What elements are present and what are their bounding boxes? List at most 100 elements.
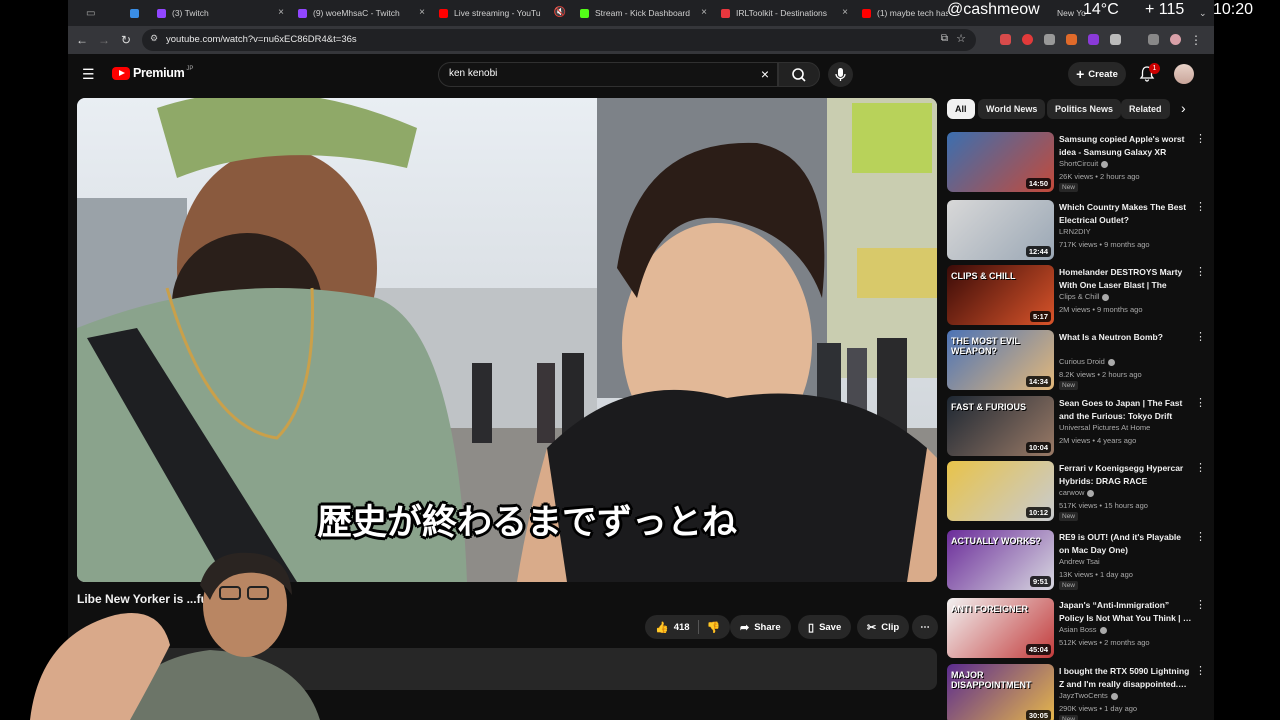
more-vertical-icon[interactable]: ⋮ <box>1195 396 1206 409</box>
site-info-icon[interactable]: ⚙ <box>150 33 158 44</box>
youtube-logo[interactable]: Premium JP <box>112 66 193 80</box>
extension-icon[interactable] <box>1044 34 1055 45</box>
chip-related[interactable]: Related <box>1121 99 1170 119</box>
more-actions-button[interactable]: ⋯ <box>912 615 938 639</box>
tab-twitch-2[interactable]: (9) woeMhsaC - Twitch × <box>294 3 429 23</box>
channel-name[interactable]: Andrew Tsai <box>1059 557 1100 566</box>
related-video-item[interactable]: CLIPS & CHILL 5:17 Homelander DESTROYS Mar… <box>947 265 1207 327</box>
tab-menu-icon[interactable]: ▭ <box>82 3 102 23</box>
more-vertical-icon[interactable]: ⋮ <box>1195 530 1206 543</box>
video-thumbnail[interactable]: FAST & FURIOUS 10:04 <box>947 396 1054 456</box>
bookmark-icon: ▯ <box>808 621 815 634</box>
channel-name[interactable]: carwow <box>1059 488 1095 497</box>
related-video-item[interactable]: MAJOR DISAPPOINTMENT 30:05 I bought the RT… <box>947 664 1207 720</box>
tab-twitch[interactable]: (3) Twitch × <box>153 3 288 23</box>
related-video-title[interactable]: What Is a Neutron Bomb? <box>1059 331 1193 344</box>
address-bar[interactable]: ⚙ youtube.com/watch?v=nu6xEC86DR4&t=36s … <box>142 29 976 51</box>
cast-icon[interactable]: ⧉ <box>941 33 948 44</box>
browser-menu-icon[interactable]: ⋮ <box>1188 32 1204 48</box>
tab-youtube[interactable]: (1) maybe tech has <box>858 3 948 23</box>
back-icon[interactable]: ← <box>74 32 90 48</box>
channel-name[interactable]: Curious Droid <box>1059 357 1115 366</box>
clip-button[interactable]: ✂ Clip <box>857 615 910 639</box>
extension-icon[interactable] <box>1022 34 1033 45</box>
extension-icon[interactable] <box>1000 34 1011 45</box>
extensions-puzzle-icon[interactable] <box>1110 34 1121 45</box>
thumbnail-text: MAJOR DISAPPOINTMENT <box>951 670 1032 690</box>
video-thumbnail[interactable]: MAJOR DISAPPOINTMENT 30:05 <box>947 664 1054 720</box>
more-vertical-icon[interactable]: ⋮ <box>1195 461 1206 474</box>
chip-world-news[interactable]: World News <box>978 99 1046 119</box>
reading-list-icon[interactable] <box>1148 34 1159 45</box>
chip-all[interactable]: All <box>947 99 975 119</box>
video-thumbnail[interactable]: ANTI FOREIGNER 45:04 <box>947 598 1054 658</box>
tab-kick[interactable]: Stream - Kick Dashboard × <box>576 3 711 23</box>
tab-pinned[interactable] <box>126 3 148 23</box>
forward-icon[interactable]: → <box>96 32 112 48</box>
search-button[interactable] <box>778 62 820 87</box>
account-avatar[interactable] <box>1174 64 1194 84</box>
new-badge: New <box>1059 381 1079 390</box>
new-badge: New <box>1059 581 1079 590</box>
extension-icon[interactable] <box>1066 34 1077 45</box>
channel-name[interactable]: Universal Pictures At Home <box>1059 423 1150 432</box>
more-vertical-icon[interactable]: ⋮ <box>1195 200 1206 213</box>
related-video-item[interactable]: THE MOST EVIL WEAPON? 14:34 What Is a Neut… <box>947 330 1207 392</box>
profile-avatar[interactable] <box>1170 34 1181 45</box>
mute-icon[interactable]: 🔇 <box>554 7 566 18</box>
thumbs-down-icon[interactable]: 👎 <box>707 621 721 634</box>
more-vertical-icon[interactable]: ⋮ <box>1195 330 1206 343</box>
more-vertical-icon[interactable]: ⋮ <box>1195 265 1206 278</box>
video-thumbnail[interactable]: THE MOST EVIL WEAPON? 14:34 <box>947 330 1054 390</box>
create-button[interactable]: + Create <box>1068 62 1126 86</box>
channel-name[interactable]: ShortCircuit <box>1059 159 1109 168</box>
channel-name[interactable]: Clips & Chill <box>1059 292 1110 301</box>
related-video-title[interactable]: RE9 is OUT! (And it's Playable on Mac Da… <box>1059 531 1193 556</box>
related-video-item[interactable]: 12:44 Which Country Makes The Best Electr… <box>947 200 1207 262</box>
channel-name[interactable]: JayzTwoCents <box>1059 691 1118 700</box>
related-video-item[interactable]: ANTI FOREIGNER 45:04 Japan's “Anti-Immigra… <box>947 598 1207 660</box>
like-button[interactable]: 👍 418 👎 <box>645 615 731 639</box>
related-video-title[interactable]: Which Country Makes The Best Electrical … <box>1059 201 1193 226</box>
video-thumbnail[interactable]: ACTUALLY WORKS? 9:51 <box>947 530 1054 590</box>
related-video-title[interactable]: I bought the RTX 5090 Lightning Z and I'… <box>1059 665 1193 690</box>
save-button[interactable]: ▯ Save <box>798 615 852 639</box>
close-icon[interactable]: × <box>278 7 284 18</box>
close-icon[interactable]: × <box>419 7 425 18</box>
related-video-item[interactable]: FAST & FURIOUS 10:04 Sean Goes to Japan | … <box>947 396 1207 458</box>
related-video-title[interactable]: Sean Goes to Japan | The Fast and the Fu… <box>1059 397 1193 422</box>
close-icon[interactable]: × <box>842 7 848 18</box>
related-video-item[interactable]: 10:12 Ferrari v Koenigsegg Hypercar Hybri… <box>947 461 1207 523</box>
video-thumbnail[interactable]: CLIPS & CHILL 5:17 <box>947 265 1054 325</box>
more-vertical-icon[interactable]: ⋮ <box>1195 598 1206 611</box>
extension-icon[interactable] <box>1088 34 1099 45</box>
related-video-title[interactable]: Japan's “Anti-Immigration” Policy Is Not… <box>1059 599 1193 624</box>
tab-irltoolkit[interactable]: IRLToolkit - Destinations × <box>717 3 852 23</box>
chevron-right-icon[interactable]: › <box>1181 100 1186 116</box>
related-video-item[interactable]: 14:50 Samsung copied Apple's worst idea -… <box>947 132 1207 194</box>
video-thumbnail[interactable]: 12:44 <box>947 200 1054 260</box>
duration-badge: 14:50 <box>1025 178 1051 189</box>
chip-politics-news[interactable]: Politics News <box>1047 99 1122 119</box>
hamburger-menu-icon[interactable]: ☰ <box>82 66 95 83</box>
close-icon[interactable]: × <box>701 7 707 18</box>
video-thumbnail[interactable]: 10:12 <box>947 461 1054 521</box>
video-player[interactable]: 歴史が終わるまでずっとね <box>77 98 937 582</box>
more-vertical-icon[interactable]: ⋮ <box>1195 132 1206 145</box>
related-video-title[interactable]: Ferrari v Koenigsegg Hypercar Hybrids: D… <box>1059 462 1193 487</box>
more-vertical-icon[interactable]: ⋮ <box>1195 664 1206 677</box>
share-button[interactable]: ➦ Share <box>730 615 791 639</box>
related-video-title[interactable]: Homelander DESTROYS Marty With One Laser… <box>1059 266 1193 292</box>
clear-search-icon[interactable]: × <box>761 66 769 82</box>
video-thumbnail[interactable]: 14:50 <box>947 132 1054 192</box>
related-video-title[interactable]: Samsung copied Apple's worst idea - Sams… <box>1059 133 1193 158</box>
tab-youtube-live[interactable]: Live streaming - YouTu 🔇 <box>435 3 570 23</box>
related-video-item[interactable]: ACTUALLY WORKS? 9:51 RE9 is OUT! (And it's… <box>947 530 1207 592</box>
channel-name[interactable]: Asian Boss <box>1059 625 1107 634</box>
voice-search-button[interactable] <box>828 62 853 87</box>
reload-icon[interactable]: ↻ <box>118 32 134 48</box>
channel-name[interactable]: LRN2DIY <box>1059 227 1091 236</box>
search-input[interactable] <box>449 68 749 79</box>
channel-name-text: LRN2DIY <box>1059 227 1091 236</box>
bookmark-star-icon[interactable]: ☆ <box>956 32 966 45</box>
